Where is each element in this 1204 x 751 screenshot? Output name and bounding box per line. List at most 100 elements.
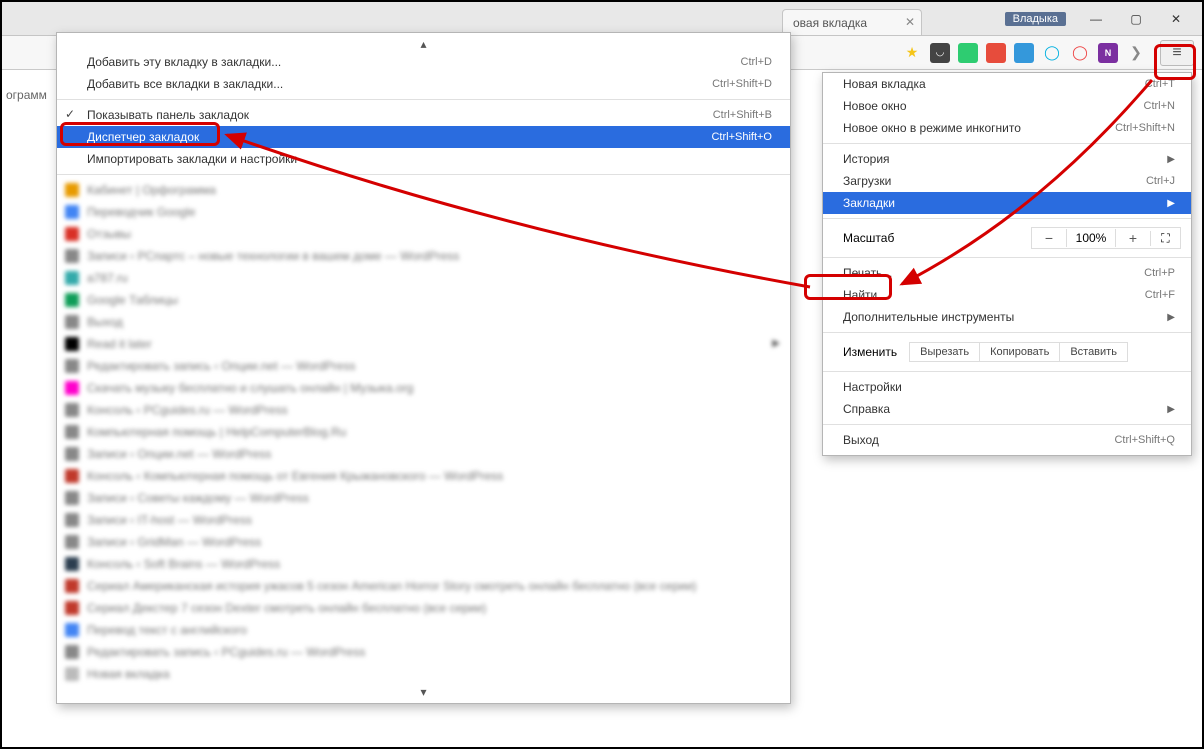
menu-print[interactable]: Печать... Ctrl+P xyxy=(823,262,1191,284)
star-icon[interactable]: ★ xyxy=(902,43,922,63)
menu-downloads[interactable]: Загрузки Ctrl+J xyxy=(823,170,1191,192)
onenote-icon[interactable]: N xyxy=(1098,43,1118,63)
bookmark-entry[interactable]: Записи ‹ Советы каждому — WordPress xyxy=(57,487,790,509)
bookmark-entry[interactable]: Скачать музыку бесплатно и слушать онлай… xyxy=(57,377,790,399)
user-profile-badge[interactable]: Владыка xyxy=(1005,12,1066,26)
pocket-icon[interactable]: ◡ xyxy=(930,43,950,63)
bookmark-label: Сериал Декстер 7 сезон Dexter смотреть о… xyxy=(87,601,486,615)
hamburger-menu-button[interactable]: ≡ xyxy=(1160,40,1194,66)
menu-find[interactable]: Найти... Ctrl+F xyxy=(823,284,1191,306)
bookmark-entry[interactable]: Консоль ‹ Компьютерная помощь от Евгения… xyxy=(57,465,790,487)
cut-button[interactable]: Вырезать xyxy=(909,342,980,362)
shortcut: Ctrl+Shift+O xyxy=(711,131,772,143)
bookmark-all-tabs[interactable]: Добавить все вкладки в закладки... Ctrl+… xyxy=(57,73,790,95)
bookmark-entry[interactable]: Переводчик Google xyxy=(57,201,790,223)
bookmark-label: Новая вкладка xyxy=(87,667,170,681)
menu-settings[interactable]: Настройки xyxy=(823,376,1191,398)
extension-icon[interactable] xyxy=(958,43,978,63)
menu-bookmarks[interactable]: Закладки ▶ xyxy=(823,192,1191,214)
main-menu: Новая вкладка Ctrl+T Новое окно Ctrl+N Н… xyxy=(822,72,1192,456)
label: Показывать панель закладок xyxy=(87,108,249,122)
bookmark-entry[interactable]: Кабинет | Орфограмма xyxy=(57,179,790,201)
bookmark-entry[interactable]: Перевод текст с английского xyxy=(57,619,790,641)
zoom-in-button[interactable]: + xyxy=(1116,228,1150,248)
shortcut: Ctrl+Shift+B xyxy=(713,109,772,121)
scroll-down-handle[interactable]: ▾ xyxy=(57,685,790,699)
menu-separator xyxy=(823,143,1191,144)
favicon-icon xyxy=(65,623,79,637)
menu-history[interactable]: История ▶ xyxy=(823,148,1191,170)
show-bookmarks-bar[interactable]: ✓ Показывать панель закладок Ctrl+Shift+… xyxy=(57,104,790,126)
overflow-icon[interactable]: ❯ xyxy=(1126,43,1146,63)
zoom-out-button[interactable]: − xyxy=(1032,228,1066,248)
menu-new-tab[interactable]: Новая вкладка Ctrl+T xyxy=(823,73,1191,95)
bookmark-entries-list: Кабинет | Орфограмма Переводчик GoogleОтз… xyxy=(57,179,790,685)
favicon-icon xyxy=(65,579,79,593)
menu-separator xyxy=(823,424,1191,425)
extension-icon[interactable] xyxy=(986,43,1006,63)
bookmark-entry[interactable]: Консоль ‹ Soft Brains — WordPress xyxy=(57,553,790,575)
menu-exit[interactable]: Выход Ctrl+Shift+Q xyxy=(823,429,1191,451)
bookmark-label: Записи ‹ Советы каждому — WordPress xyxy=(87,491,309,505)
scroll-up-handle[interactable]: ▴ xyxy=(57,37,790,51)
bookmark-label: Выход xyxy=(87,315,123,329)
tab-close-icon[interactable]: ✕ xyxy=(905,15,915,29)
edit-label: Изменить xyxy=(843,345,897,359)
extension-icon[interactable]: ◯ xyxy=(1042,43,1062,63)
favicon-icon xyxy=(65,381,79,395)
bookmark-entry[interactable]: Записи ‹ GridMan — WordPress xyxy=(57,531,790,553)
bookmark-manager[interactable]: Диспетчер закладок Ctrl+Shift+O xyxy=(57,126,790,148)
label: Добавить все вкладки в закладки... xyxy=(87,77,283,91)
opera-icon[interactable]: ◯ xyxy=(1070,43,1090,63)
paste-button[interactable]: Вставить xyxy=(1060,342,1128,362)
bookmark-entry[interactable]: Редактировать запись ‹ Опции.net — WordP… xyxy=(57,355,790,377)
bookmark-entry[interactable]: Записи ‹ PCпартс – новые технологии в ва… xyxy=(57,245,790,267)
label: Новое окно в режиме инкогнито xyxy=(843,121,1021,135)
bookmark-entry[interactable]: Сериал Американская история ужасов 5 сез… xyxy=(57,575,790,597)
copy-button[interactable]: Копировать xyxy=(980,342,1060,362)
bookmark-entry[interactable]: a787.ru xyxy=(57,267,790,289)
favicon-icon xyxy=(65,535,79,549)
shortcut: Ctrl+J xyxy=(1146,175,1175,187)
label: Импортировать закладки и настройки xyxy=(87,152,297,166)
import-bookmarks[interactable]: Импортировать закладки и настройки xyxy=(57,148,790,170)
bookmark-entry[interactable]: Выход xyxy=(57,311,790,333)
shortcut: Ctrl+F xyxy=(1145,289,1175,301)
bookmark-entry[interactable]: Записи ‹ IT-host — WordPress xyxy=(57,509,790,531)
bookmark-entry[interactable]: Новая вкладка xyxy=(57,663,790,685)
favicon-icon xyxy=(65,645,79,659)
browser-tab[interactable]: овая вкладка ✕ xyxy=(782,9,922,35)
close-window-button[interactable]: ✕ xyxy=(1156,8,1196,30)
chevron-right-icon: ▶ xyxy=(1167,312,1175,323)
bookmark-entry[interactable]: Консоль ‹ PCguides.ru — WordPress xyxy=(57,399,790,421)
minimize-button[interactable]: — xyxy=(1076,8,1116,30)
bookmark-entry[interactable]: Записи ‹ Опции.net — WordPress xyxy=(57,443,790,465)
label: Диспетчер закладок xyxy=(87,130,199,144)
bookmark-this-tab[interactable]: Добавить эту вкладку в закладки... Ctrl+… xyxy=(57,51,790,73)
bookmark-entry[interactable]: Google Таблицы xyxy=(57,289,790,311)
bookmark-label: Кабинет | Орфограмма xyxy=(87,183,216,197)
bookmark-entry[interactable]: Отзывы xyxy=(57,223,790,245)
maximize-button[interactable]: ▢ xyxy=(1116,8,1156,30)
menu-separator xyxy=(823,332,1191,333)
menu-more-tools[interactable]: Дополнительные инструменты ▶ xyxy=(823,306,1191,328)
label: Найти... xyxy=(843,288,887,302)
label: История xyxy=(843,152,890,166)
favicon-icon xyxy=(65,447,79,461)
menu-incognito[interactable]: Новое окно в режиме инкогнито Ctrl+Shift… xyxy=(823,117,1191,139)
bookmark-entry[interactable]: Сериал Декстер 7 сезон Dexter смотреть о… xyxy=(57,597,790,619)
favicon-icon xyxy=(65,557,79,571)
menu-new-window[interactable]: Новое окно Ctrl+N xyxy=(823,95,1191,117)
label: Справка xyxy=(843,402,890,416)
fullscreen-button[interactable]: ⛶ xyxy=(1150,231,1180,246)
bookmark-entry[interactable]: Редактировать запись ‹ PCguides.ru — Wor… xyxy=(57,641,790,663)
bookmark-label: Консоль ‹ PCguides.ru — WordPress xyxy=(87,403,288,417)
bookmark-label: Редактировать запись ‹ PCguides.ru — Wor… xyxy=(87,645,365,659)
menu-help[interactable]: Справка ▶ xyxy=(823,398,1191,420)
bookmark-entry[interactable]: Компьютерная помощь | HelpComputerBlog.R… xyxy=(57,421,790,443)
bookmark-entry[interactable]: Read it later▶ xyxy=(57,333,790,355)
favicon-icon xyxy=(65,293,79,307)
label: Закладки xyxy=(843,196,895,210)
shortcut: Ctrl+N xyxy=(1144,100,1175,112)
extension-icon[interactable] xyxy=(1014,43,1034,63)
